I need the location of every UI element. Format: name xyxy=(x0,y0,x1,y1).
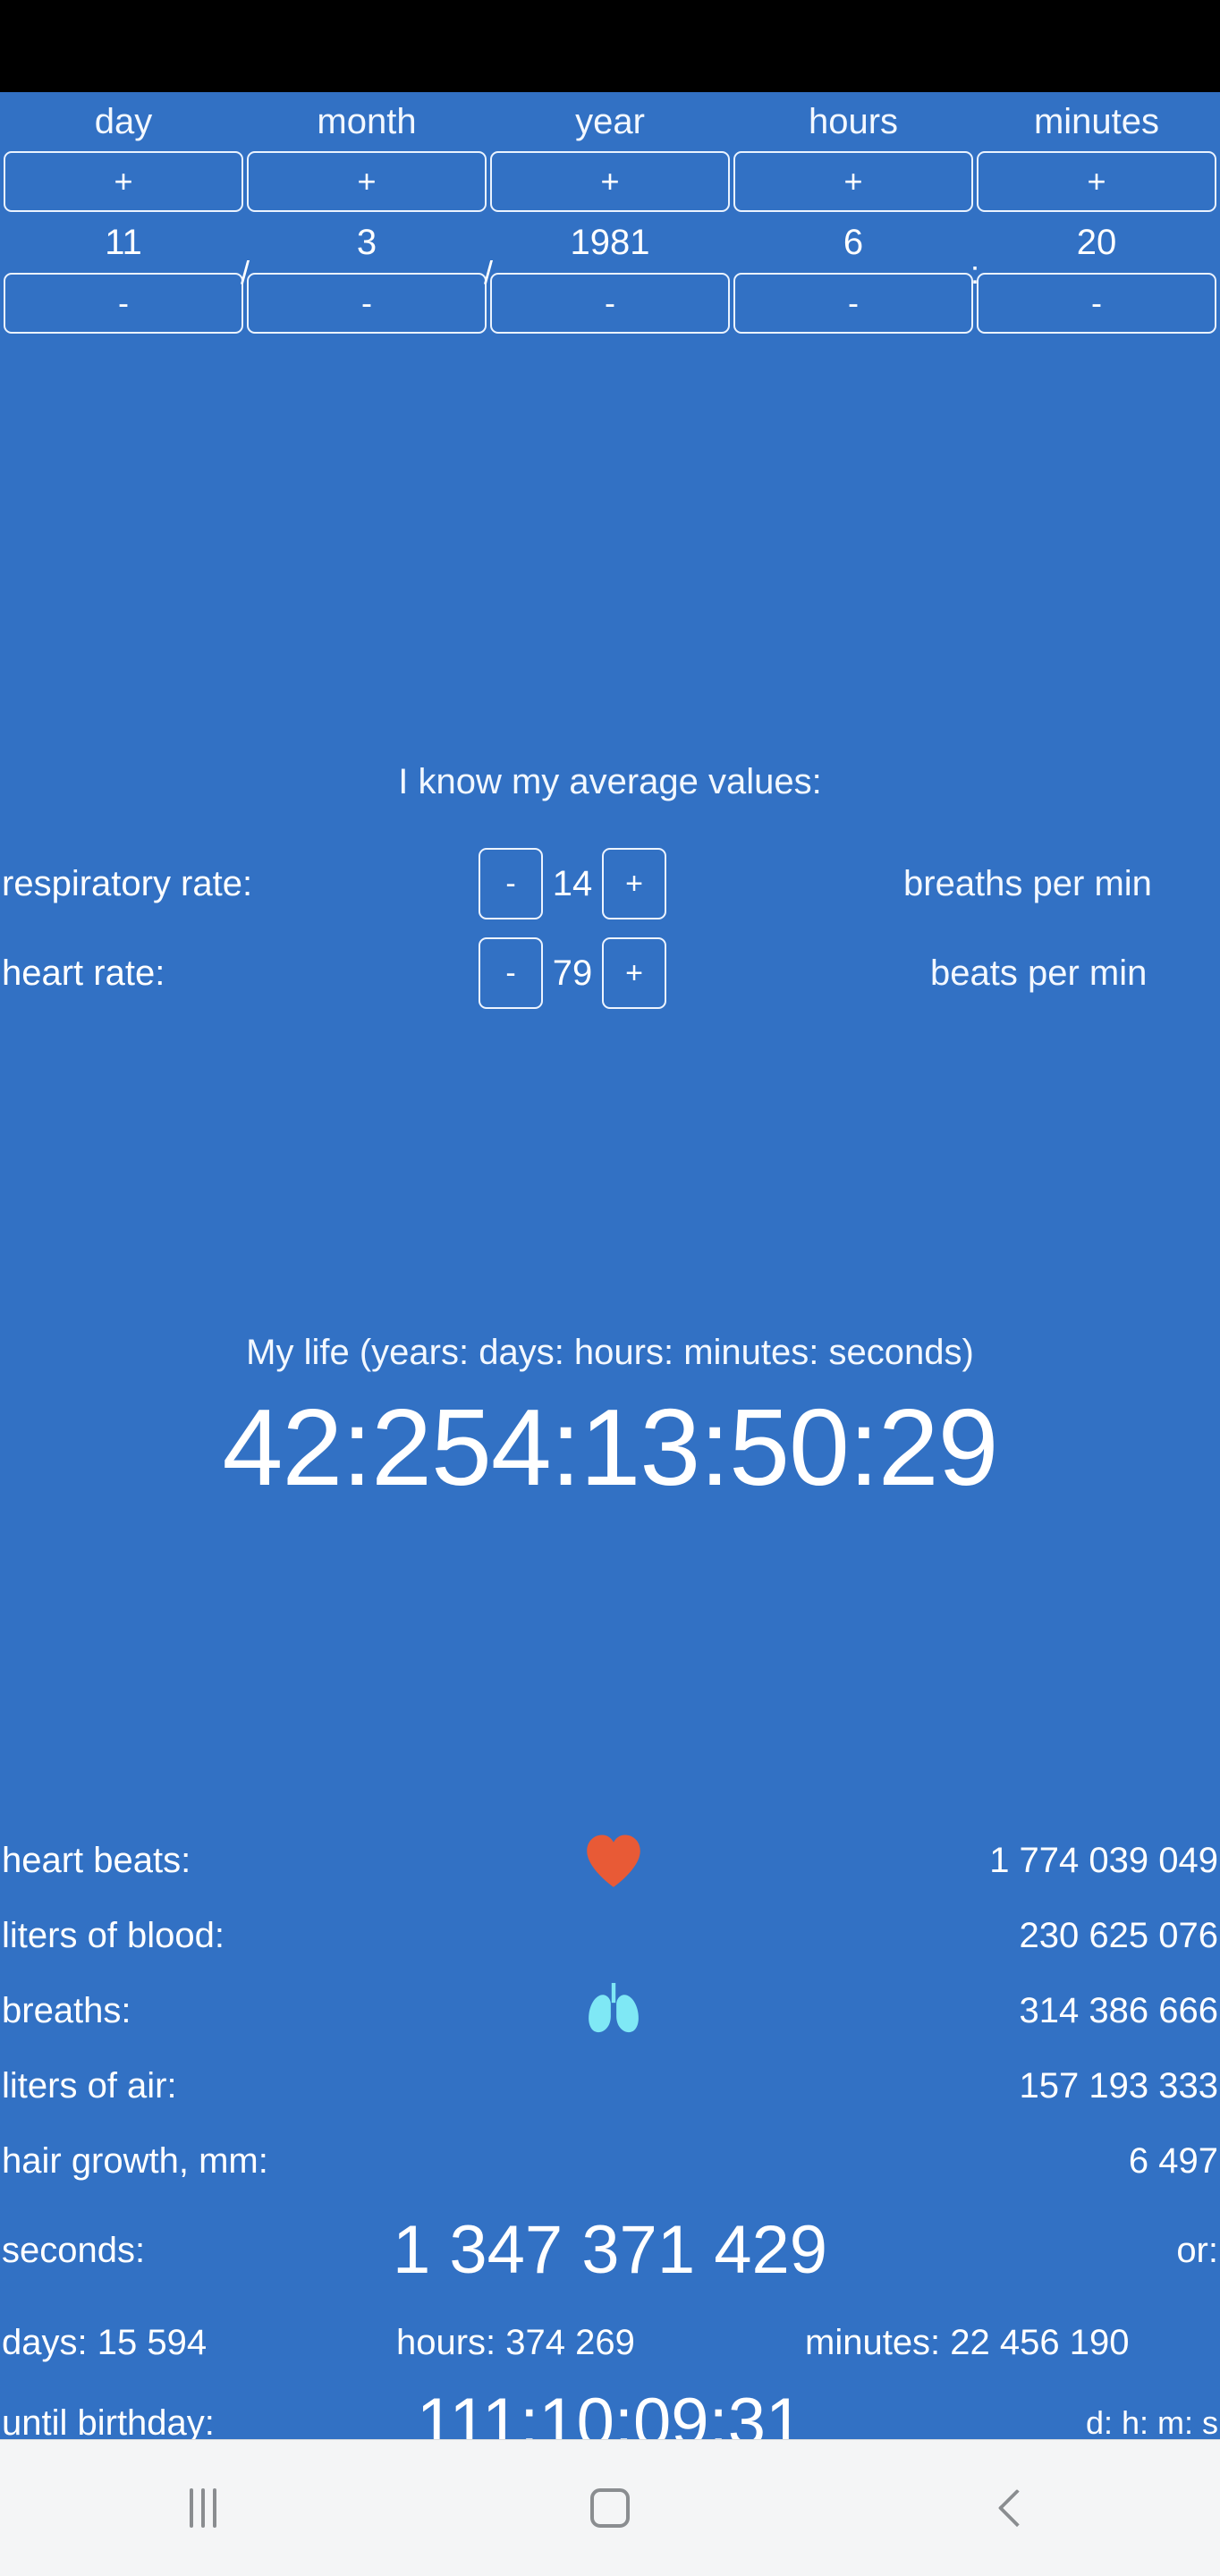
minutes-increment-button[interactable]: + xyxy=(977,151,1216,212)
alternate-days: days: 15 594 xyxy=(2,2323,208,2362)
stat-value-liters-of-air: 157 193 333 xyxy=(1019,2066,1218,2106)
heart-rate-row: heart rate: - 79 + beats per min xyxy=(0,935,1220,1012)
cell-hours-increment: + xyxy=(732,151,975,212)
heart-rate-stepper: - 79 + xyxy=(479,935,666,1012)
seconds-row: seconds: 1 347 371 429 or: xyxy=(0,2207,1220,2293)
date-picker-headers: day month year hours minutes xyxy=(2,92,1218,151)
cell-month-increment: + xyxy=(245,151,488,212)
recents-button[interactable] xyxy=(0,2440,407,2576)
android-navigation-bar xyxy=(0,2439,1220,2576)
stat-value-breaths: 314 386 666 xyxy=(1019,1991,1218,2030)
year-decrement-button[interactable]: - xyxy=(490,273,730,334)
minutes-decrement-button[interactable]: - xyxy=(977,273,1216,334)
my-life-title: My life (years: days: hours: minutes: se… xyxy=(246,1333,974,1372)
until-birthday-units: d: h: m: s xyxy=(1085,2404,1218,2439)
respiratory-rate-unit: breaths per min xyxy=(903,864,1152,903)
cell-day-decrement: - xyxy=(2,273,245,334)
average-values-title: I know my average values: xyxy=(398,762,822,801)
cell-minutes-decrement: - xyxy=(975,273,1218,334)
back-button[interactable] xyxy=(813,2440,1220,2576)
table-row: heart beats: 1 774 039 049 xyxy=(0,1823,1220,1898)
date-picker-column-hours: hours xyxy=(732,92,975,151)
month-increment-button[interactable]: + xyxy=(247,151,487,212)
day-increment-button[interactable]: + xyxy=(4,151,243,212)
label-month: month xyxy=(317,102,417,141)
table-row: liters of blood: 230 625 076 xyxy=(0,1898,1220,1973)
my-life-clock: 42:254:13:50:29 xyxy=(222,1386,999,1508)
respiratory-rate-decrement-button[interactable]: - xyxy=(479,848,543,919)
stat-label-heart-beats: heart beats: xyxy=(2,1841,191,1880)
respiratory-rate-label: respiratory rate: xyxy=(2,864,253,903)
hours-decrement-button[interactable]: - xyxy=(733,273,973,334)
cell-year-decrement: - xyxy=(488,273,732,334)
home-button[interactable] xyxy=(407,2440,814,2576)
value-minutes: 20 xyxy=(1076,223,1117,262)
seconds-value: 1 347 371 429 xyxy=(392,2212,828,2288)
month-decrement-button[interactable]: - xyxy=(247,273,487,334)
respiratory-rate-stepper: - 14 + xyxy=(479,845,666,922)
cell-month-decrement: - xyxy=(245,273,488,334)
label-day: day xyxy=(94,102,153,141)
label-year: year xyxy=(575,102,645,141)
value-hours: 6 xyxy=(843,223,864,262)
value-day: 11 xyxy=(105,223,142,262)
table-row: breaths: 314 386 666 xyxy=(0,1973,1220,2048)
cell-minutes-increment: + xyxy=(975,151,1218,212)
cell-year-increment: + xyxy=(488,151,732,212)
alternate-minutes: minutes: 22 456 190 xyxy=(805,2323,1130,2362)
heart-rate-increment-button[interactable]: + xyxy=(602,937,666,1009)
stat-label-breaths: breaths: xyxy=(2,1991,131,2030)
date-picker-column-year: year xyxy=(488,92,732,151)
date-picker-values: 11 / 3 / 1981 6 : 20 xyxy=(2,212,1218,291)
app-content: day month year hours minutes + + + + + 1… xyxy=(0,92,1220,2439)
status-bar xyxy=(0,0,1220,92)
heart-rate-unit: beats per min xyxy=(930,953,1148,993)
table-row: liters of air: 157 193 333 xyxy=(0,2048,1220,2123)
back-chevron-icon xyxy=(997,2488,1036,2528)
date-picker-increment-row: + + + + + xyxy=(2,151,1218,212)
value-month: 3 xyxy=(356,223,377,262)
stat-label-hair-growth: hair growth, mm: xyxy=(2,2141,268,2181)
heart-rate-value: 79 xyxy=(552,953,593,993)
date-picker-column-month: month xyxy=(245,92,488,151)
seconds-or-label: or: xyxy=(1176,2231,1218,2270)
recents-icon xyxy=(190,2488,217,2528)
date-picker-decrement-row: - - - - - xyxy=(2,273,1218,334)
until-birthday-row: until birthday: 111:10:09:31 d: h: m: s xyxy=(0,2380,1220,2439)
day-decrement-button[interactable]: - xyxy=(4,273,243,334)
stat-value-liters-of-blood: 230 625 076 xyxy=(1019,1916,1218,1955)
heart-rate-label: heart rate: xyxy=(2,953,165,993)
heart-icon xyxy=(580,1826,648,1894)
stat-value-heart-beats: 1 774 039 049 xyxy=(989,1841,1218,1880)
stat-label-liters-of-air: liters of air: xyxy=(2,2066,177,2106)
respiratory-rate-increment-button[interactable]: + xyxy=(602,848,666,919)
home-icon xyxy=(590,2488,630,2528)
respiratory-rate-value: 14 xyxy=(552,864,593,903)
cell-hours-decrement: - xyxy=(732,273,975,334)
until-birthday-clock: 111:10:09:31 xyxy=(416,2385,804,2439)
device-screen: day month year hours minutes + + + + + 1… xyxy=(0,0,1220,2576)
heart-rate-decrement-button[interactable]: - xyxy=(479,937,543,1009)
label-hours: hours xyxy=(808,102,899,141)
table-row: hair growth, mm: 6 497 xyxy=(0,2123,1220,2199)
year-increment-button[interactable]: + xyxy=(490,151,730,212)
respiratory-rate-row: respiratory rate: - 14 + breaths per min xyxy=(0,845,1220,922)
date-picker-column-day: day xyxy=(2,92,245,151)
stat-value-hair-growth: 6 497 xyxy=(1128,2141,1218,2181)
hours-increment-button[interactable]: + xyxy=(733,151,973,212)
alternate-units-row: days: 15 594 hours: 374 269 minutes: 22 … xyxy=(0,2312,1220,2373)
date-picker-column-minutes: minutes xyxy=(975,92,1218,151)
lungs-icon xyxy=(580,1977,648,2045)
birthdate-picker: day month year hours minutes + + + + + 1… xyxy=(0,92,1220,334)
stat-label-liters-of-blood: liters of blood: xyxy=(2,1916,225,1955)
value-year: 1981 xyxy=(570,223,650,262)
alternate-hours: hours: 374 269 xyxy=(396,2323,635,2362)
cell-day-increment: + xyxy=(2,151,245,212)
label-minutes: minutes xyxy=(1033,102,1160,141)
life-stats-table: heart beats: 1 774 039 049 liters of blo… xyxy=(0,1823,1220,2199)
